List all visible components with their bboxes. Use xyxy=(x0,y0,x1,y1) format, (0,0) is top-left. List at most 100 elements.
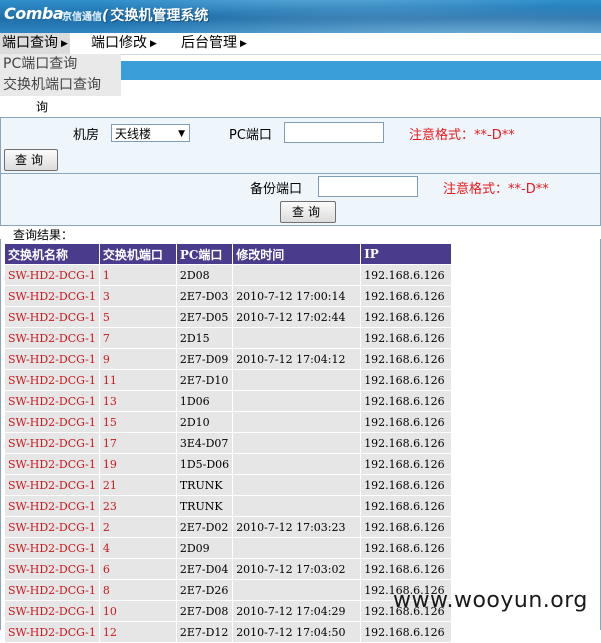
triangle-right-icon: ▶ xyxy=(240,39,247,49)
dropdown-item-switch-port-query[interactable]: 交换机端口查询 xyxy=(0,75,121,96)
cell-switch-port: 4 xyxy=(98,537,177,559)
cell-modified-time xyxy=(232,327,362,349)
cell-ip: 192.168.6.126 xyxy=(360,432,453,454)
cell-modified-time: 2010-7-12 17:00:14 xyxy=(232,285,362,307)
cell-ip: 192.168.6.126 xyxy=(360,411,453,433)
cell-ip: 192.168.6.126 xyxy=(360,348,453,370)
cell-ip: 192.168.6.126 xyxy=(360,390,453,412)
cell-switch-name: SW-HD2-DCG-1 xyxy=(4,264,100,286)
cell-pc-port: 2E7-D03 xyxy=(175,285,234,307)
column-header-pc-port: PC端口 xyxy=(175,243,234,265)
cell-modified-time xyxy=(232,369,362,391)
cell-modified-time: 2010-7-12 17:03:23 xyxy=(232,516,362,538)
cell-switch-port: 8 xyxy=(98,579,177,601)
dropdown-arrow-icon: ▼ xyxy=(178,129,185,139)
cell-switch-name: SW-HD2-DCG-1 xyxy=(4,348,100,370)
pc-port-label: PC端口 xyxy=(229,128,272,143)
cell-switch-name: SW-HD2-DCG-1 xyxy=(4,411,100,433)
table-header-row: 交换机名称 交换机端口 PC端口 修改时间 IP xyxy=(4,243,453,265)
column-header-switch-name: 交换机名称 xyxy=(4,243,100,265)
table-row: SW-HD2-DCG-1 21 TRUNK 192.168.6.126 xyxy=(4,474,453,496)
cell-switch-name: SW-HD2-DCG-1 xyxy=(4,621,100,643)
port-query-dropdown: PC端口查询 交换机端口查询 xyxy=(0,54,121,96)
watermark: www.wooyun.org xyxy=(393,588,588,613)
table-row: SW-HD2-DCG-1 15 2D10 192.168.6.126 xyxy=(4,411,453,433)
cell-switch-port: 21 xyxy=(98,474,177,496)
table-row: SW-HD2-DCG-1 13 1D06 192.168.6.126 xyxy=(4,390,453,412)
cell-switch-port: 11 xyxy=(98,369,177,391)
pc-port-input[interactable] xyxy=(284,122,384,143)
cell-ip: 192.168.6.126 xyxy=(360,306,453,328)
query-button[interactable]: 查询 xyxy=(4,149,58,171)
menu-backend-admin[interactable]: 后台管理 ▶ xyxy=(179,33,249,54)
cell-ip: 192.168.6.126 xyxy=(360,621,453,643)
cell-modified-time: 2010-7-12 17:04:12 xyxy=(232,348,362,370)
results-table: 交换机名称 交换机端口 PC端口 修改时间 IP SW-HD2-DCG-1 1 2D… xyxy=(4,243,453,643)
cell-pc-port: 2D08 xyxy=(175,264,234,286)
menu-port-query[interactable]: 端口查询 ▶ xyxy=(0,33,70,54)
company-logo: Comba xyxy=(4,4,64,23)
table-row: SW-HD2-DCG-1 17 3E4-D07 192.168.6.126 xyxy=(4,432,453,454)
cell-pc-port: 2D15 xyxy=(175,327,234,349)
cell-pc-port: 2E7-D09 xyxy=(175,348,234,370)
table-row: SW-HD2-DCG-1 6 2E7-D04 2010-7-12 17:03:02 19… xyxy=(4,558,453,580)
table-row: SW-HD2-DCG-1 23 TRUNK 192.168.6.126 xyxy=(4,495,453,517)
cell-modified-time: 2010-7-12 17:04:29 xyxy=(232,600,362,622)
results-table-body: SW-HD2-DCG-1 1 2D08 192.168.6.126 SW-HD2-DCG… xyxy=(4,264,453,643)
cell-pc-port: 2E7-D12 xyxy=(175,621,234,643)
table-row: SW-HD2-DCG-1 7 2D15 192.168.6.126 xyxy=(4,327,453,349)
format-note: 注意格式：**-D** xyxy=(409,128,515,143)
cell-switch-name: SW-HD2-DCG-1 xyxy=(4,558,100,580)
cell-pc-port: 2E7-D02 xyxy=(175,516,234,538)
cell-switch-name: SW-HD2-DCG-1 xyxy=(4,432,100,454)
cell-switch-name: SW-HD2-DCG-1 xyxy=(4,390,100,412)
column-header-switch-port: 交换机端口 xyxy=(98,243,177,265)
triangle-right-icon: ▶ xyxy=(61,39,68,49)
cell-modified-time xyxy=(232,474,362,496)
dropdown-item-pc-port-query[interactable]: PC端口查询 xyxy=(0,54,121,75)
cell-ip: 192.168.6.126 xyxy=(360,537,453,559)
cell-pc-port: 2E7-D04 xyxy=(175,558,234,580)
table-row: SW-HD2-DCG-1 10 2E7-D08 2010-7-12 17:04:29 1… xyxy=(4,600,453,622)
cell-switch-name: SW-HD2-DCG-1 xyxy=(4,579,100,601)
results-panel: 交换机名称 交换机端口 PC端口 修改时间 IP SW-HD2-DCG-1 1 2D… xyxy=(0,239,601,643)
cell-switch-port: 3 xyxy=(98,285,177,307)
table-row: SW-HD2-DCG-1 3 2E7-D03 2010-7-12 17:00:14 19… xyxy=(4,285,453,307)
cell-modified-time xyxy=(232,264,362,286)
cell-switch-name: SW-HD2-DCG-1 xyxy=(4,369,100,391)
cell-switch-name: SW-HD2-DCG-1 xyxy=(4,306,100,328)
cell-pc-port: 2E7-D10 xyxy=(175,369,234,391)
cell-pc-port: 2E7-D08 xyxy=(175,600,234,622)
cell-switch-port: 7 xyxy=(98,327,177,349)
backup-port-input[interactable] xyxy=(318,176,418,197)
cell-modified-time xyxy=(232,537,362,559)
room-label: 机房 xyxy=(73,128,100,143)
cell-pc-port: 2D10 xyxy=(175,411,234,433)
table-row: SW-HD2-DCG-1 9 2E7-D09 2010-7-12 17:04:12 19… xyxy=(4,348,453,370)
cell-ip: 192.168.6.126 xyxy=(360,285,453,307)
cell-switch-port: 17 xyxy=(98,432,177,454)
cell-switch-port: 12 xyxy=(98,621,177,643)
menu-bar: 端口查询 ▶ 端口修改 ▶ 后台管理 ▶ xyxy=(0,33,601,55)
menu-port-modify[interactable]: 端口修改 ▶ xyxy=(89,33,159,54)
cell-modified-time xyxy=(232,579,362,601)
cell-pc-port: TRUNK xyxy=(175,495,234,517)
cell-switch-port: 19 xyxy=(98,453,177,475)
backup-query-button[interactable]: 查询 xyxy=(280,201,336,223)
cell-switch-name: SW-HD2-DCG-1 xyxy=(4,327,100,349)
cell-modified-time xyxy=(232,390,362,412)
column-header-modified-time: 修改时间 xyxy=(232,243,362,265)
cell-modified-time xyxy=(232,432,362,454)
cell-pc-port: 2D09 xyxy=(175,537,234,559)
room-select[interactable]: 天线楼 ▼ xyxy=(111,124,190,142)
cell-switch-name: SW-HD2-DCG-1 xyxy=(4,516,100,538)
cell-switch-port: 10 xyxy=(98,600,177,622)
cell-pc-port: 1D5-D06 xyxy=(175,453,234,475)
query-form: 机房 天线楼 ▼ PC端口 注意格式：**-D** 查询 备份端口 注意格式：**… xyxy=(0,117,601,226)
cell-switch-port: 6 xyxy=(98,558,177,580)
cell-switch-port: 9 xyxy=(98,348,177,370)
company-logo-cn: 京信通信 xyxy=(62,12,102,23)
cell-modified-time: 2010-7-12 17:04:50 xyxy=(232,621,362,643)
table-row: SW-HD2-DCG-1 11 2E7-D10 192.168.6.126 xyxy=(4,369,453,391)
cell-switch-port: 23 xyxy=(98,495,177,517)
